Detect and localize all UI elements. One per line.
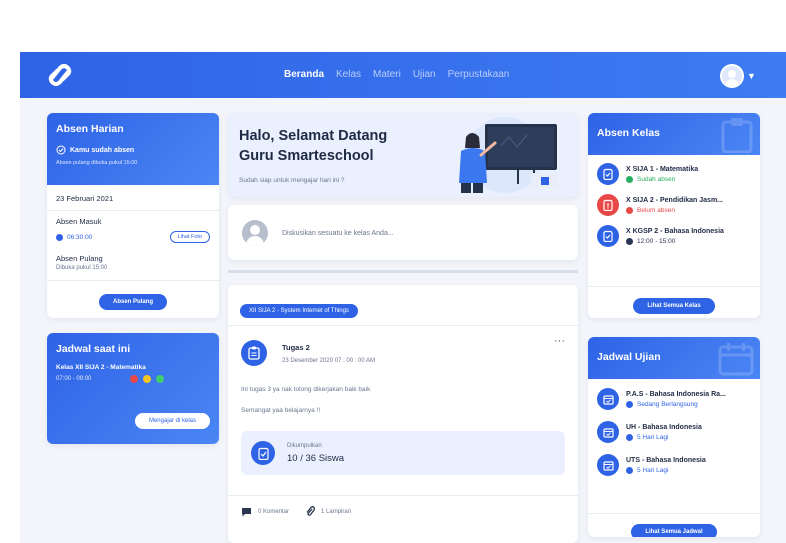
- absen-pulang-note: Dibuka pukul 15:00: [56, 265, 108, 271]
- absen-pulang-button[interactable]: Absen Pulang: [98, 294, 167, 310]
- divider: [228, 270, 578, 273]
- welcome-line1: Halo, Selamat Datang: [239, 128, 388, 144]
- ujian-status: 5 Hari Lagi: [637, 433, 669, 441]
- absen-kelas-header: Absen Kelas: [588, 113, 760, 155]
- kelas-name: X SIJA 2 - Pendidikan Jasm...: [626, 196, 723, 204]
- clock-icon: [626, 237, 633, 245]
- calendar-icon: [597, 388, 619, 410]
- status-dot-green: [156, 375, 164, 383]
- post-text1: Ini tugas 3 ya nak tolong dikerjakan bai…: [241, 386, 371, 393]
- jadwal-kelas: Kelas XII SIJA 2 - Matematika: [56, 364, 146, 371]
- ujian-item-3[interactable]: UTS - Bahasa Indonesia 5 Hari Lagi: [597, 454, 751, 476]
- kelas-status: 12:00 - 15:00: [637, 237, 676, 245]
- absen-harian-title: Absen Harian: [56, 123, 124, 135]
- nav-kelas[interactable]: Kelas: [336, 69, 361, 80]
- calendar-icon: [597, 421, 619, 443]
- main-nav: Beranda Kelas Materi Ujian Perpustakaan: [284, 69, 509, 80]
- alert-circle-icon: [626, 206, 633, 214]
- mengajar-button[interactable]: Mengajar di kelas: [134, 413, 210, 429]
- ujian-status: Sedang Berlangsung: [637, 400, 698, 408]
- top-navbar: Beranda Kelas Materi Ujian Perpustakaan …: [20, 52, 786, 98]
- user-menu[interactable]: ▼: [720, 64, 756, 88]
- post-text2: Semangat yaa belajarnya !!: [241, 407, 321, 414]
- kelas-status: Sudah absen: [637, 175, 676, 183]
- jadwal-time: 07:00 - 09:00: [56, 376, 92, 382]
- clock-icon: [626, 400, 633, 408]
- comment-icon[interactable]: [241, 507, 252, 517]
- post-title: Tugas 2: [282, 342, 310, 352]
- ujian-name: P.A.S - Bahasa Indonesia Ra...: [626, 390, 726, 398]
- calendar-icon: [597, 454, 619, 476]
- lihat-semua-jadwal-button[interactable]: Lihat Semua Jadwal: [631, 524, 717, 537]
- collected-value: 10 / 36 Siswa: [287, 452, 345, 464]
- check-clipboard-icon: [597, 225, 619, 247]
- kelas-name: X SIJA 1 - Matematika: [626, 165, 699, 173]
- app-frame: Beranda Kelas Materi Ujian Perpustakaan …: [20, 52, 786, 543]
- smarteschool-logo-icon[interactable]: [46, 62, 74, 88]
- kelas-status: Belum absen: [637, 206, 675, 214]
- user-avatar-small-icon: [242, 220, 268, 246]
- check-circle-icon: [626, 175, 633, 183]
- nav-materi[interactable]: Materi: [373, 69, 401, 80]
- status-dot-yellow: [143, 375, 151, 383]
- collected-box[interactable]: Dikumpulkan 10 / 36 Siswa: [241, 431, 565, 475]
- comments-count[interactable]: 0 Komentar: [258, 509, 289, 515]
- absen-masuk-time: 06:30:00: [67, 233, 93, 241]
- welcome-subtitle: Sudah siap untuk mengajar hari ini ?: [239, 177, 345, 184]
- teacher-illustration-icon: [459, 117, 557, 193]
- ujian-name: UH - Bahasa Indonesia: [626, 423, 702, 431]
- ujian-name: UTS - Bahasa Indonesia: [626, 456, 706, 464]
- lihat-foto-button[interactable]: Lihat Foto: [169, 231, 210, 243]
- clipboard-watermark-icon: [721, 118, 753, 153]
- jadwal-saat-ini-card: Jadwal saat ini Kelas XII SIJA 2 - Matem…: [47, 333, 219, 444]
- attachments-count[interactable]: 1 Lampiran: [321, 509, 351, 515]
- discussion-card: Diskusikan sesuatu ke kelas Anda...: [228, 205, 578, 260]
- absen-kelas-card: Absen Kelas X SIJA 1 - Matematika Sudah …: [588, 113, 760, 318]
- kelas-item-1[interactable]: X SIJA 1 - Matematika Sudah absen: [597, 163, 751, 185]
- class-tag[interactable]: XII SIJA 2 - System Internet of Things: [240, 304, 358, 318]
- paperclip-icon[interactable]: [305, 506, 316, 517]
- jadwal-saat-ini-title: Jadwal saat ini: [56, 343, 131, 355]
- absen-pulang-label: Absen Pulang: [56, 254, 103, 263]
- kelas-item-3[interactable]: X KGSP 2 - Bahasa Indonesia 12:00 - 15:0…: [597, 225, 751, 247]
- user-avatar-icon[interactable]: [720, 64, 744, 88]
- ujian-status: 5 Hari Lagi: [637, 466, 669, 474]
- welcome-banner: Halo, Selamat Datang Guru Smarteschool S…: [228, 113, 578, 197]
- nav-ujian[interactable]: Ujian: [413, 69, 436, 80]
- kelas-name: X KGSP 2 - Bahasa Indonesia: [626, 227, 724, 235]
- calendar-watermark-icon: [718, 343, 754, 376]
- discussion-input[interactable]: Diskusikan sesuatu ke kelas Anda...: [282, 230, 394, 237]
- check-clipboard-icon: [597, 163, 619, 185]
- absen-note: Absen pulang dibuka pukul 15:00: [56, 160, 138, 166]
- ujian-item-1[interactable]: P.A.S - Bahasa Indonesia Ra... Sedang Be…: [597, 388, 751, 410]
- post-card: XII SIJA 2 - System Internet of Things T…: [228, 285, 578, 543]
- status-dot-red: [130, 375, 138, 383]
- check-circle-icon: [56, 145, 66, 155]
- alert-clipboard-icon: [597, 194, 619, 216]
- chevron-down-icon[interactable]: ▼: [747, 71, 756, 81]
- nav-beranda[interactable]: Beranda: [284, 69, 324, 80]
- absen-harian-header: Absen Harian Kamu sudah absen Absen pula…: [47, 113, 219, 185]
- collected-label: Dikumpulkan: [287, 442, 322, 449]
- more-options-icon[interactable]: ···: [554, 335, 565, 347]
- ujian-item-2[interactable]: UH - Bahasa Indonesia 5 Hari Lagi: [597, 421, 751, 443]
- absen-masuk-label: Absen Masuk: [56, 217, 102, 226]
- jadwal-ujian-card: Jadwal Ujian P.A.S - Bahasa Indonesia Ra…: [588, 337, 760, 537]
- lihat-semua-kelas-button[interactable]: Lihat Semua Kelas: [633, 298, 715, 314]
- clock-icon: [56, 233, 63, 241]
- assignment-icon: [241, 340, 267, 366]
- post-date: 23 Desember 2020 07 : 00 : 00 AM: [282, 357, 376, 364]
- clock-icon: [626, 433, 633, 441]
- absen-harian-card: Absen Harian Kamu sudah absen Absen pula…: [47, 113, 219, 318]
- clock-icon: [626, 466, 633, 474]
- nav-perpustakaan[interactable]: Perpustakaan: [448, 69, 510, 80]
- kelas-item-2[interactable]: X SIJA 2 - Pendidikan Jasm... Belum abse…: [597, 194, 751, 216]
- jadwal-ujian-header: Jadwal Ujian: [588, 337, 760, 379]
- welcome-line2: Guru Smarteschool: [239, 148, 374, 164]
- absen-date: 23 Februari 2021: [56, 194, 114, 203]
- absen-status: Kamu sudah absen: [70, 146, 135, 154]
- clipboard-check-icon: [251, 441, 275, 465]
